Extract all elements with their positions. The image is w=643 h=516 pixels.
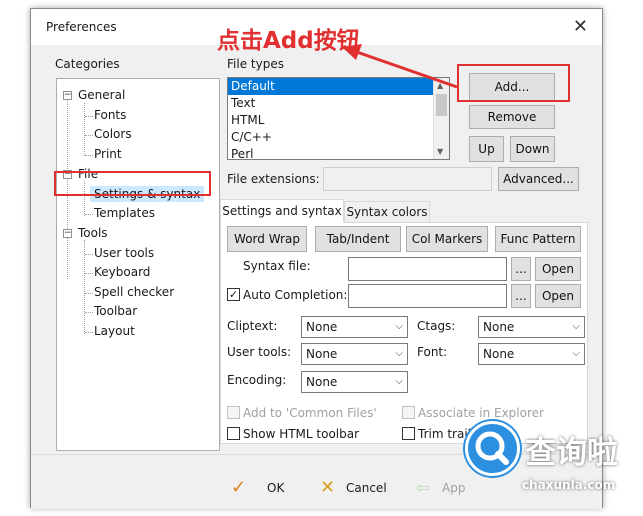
apply-arrow-icon: ⇦ xyxy=(416,478,430,497)
cancel-x-icon: ✕ xyxy=(320,477,336,498)
tree-item-fonts[interactable]: Fonts xyxy=(94,108,126,122)
user-tools-value: None xyxy=(306,347,338,361)
list-item-perl[interactable]: Perl xyxy=(228,146,449,159)
font-value: None xyxy=(483,347,515,361)
ok-label: OK xyxy=(267,481,285,495)
list-item-cpp[interactable]: C/C++ xyxy=(228,129,449,146)
syntax-file-field[interactable] xyxy=(348,257,507,281)
ctags-select[interactable]: None ⌵ xyxy=(478,316,585,338)
watermark-logo xyxy=(465,421,520,476)
watermark-site: chaxunla.com xyxy=(522,478,616,492)
show-html-toolbar-label: Show HTML toolbar xyxy=(243,427,360,441)
list-item-html[interactable]: HTML xyxy=(228,112,449,129)
col-markers-button[interactable]: Col Markers xyxy=(406,226,488,252)
show-html-toolbar-checkbox[interactable] xyxy=(227,427,240,440)
syntax-file-browse-button[interactable]: ... xyxy=(511,257,531,281)
syntax-file-label: Syntax file: xyxy=(243,259,311,273)
file-extensions-field[interactable] xyxy=(323,167,492,191)
categories-tree: − General Fonts Colors Print − File Sett… xyxy=(56,78,220,451)
add-highlight-box xyxy=(457,64,570,102)
auto-completion-open-button[interactable]: Open xyxy=(535,284,581,308)
word-wrap-button[interactable]: Word Wrap xyxy=(227,226,307,252)
watermark-brand: 查询啦 xyxy=(525,435,618,471)
trim-trailing-checkbox[interactable] xyxy=(402,427,415,440)
encoding-label: Encoding: xyxy=(227,373,287,387)
cancel-label: Cancel xyxy=(346,481,387,495)
tab-indent-button[interactable]: Tab/Indent xyxy=(315,226,401,252)
tab-settings-syntax[interactable]: Settings and syntax xyxy=(220,199,344,223)
cliptext-value: None xyxy=(306,320,338,334)
settings-syntax-highlight-box xyxy=(54,171,211,196)
advanced-button[interactable]: Advanced... xyxy=(498,167,579,191)
chevron-down-icon: ⌵ xyxy=(395,348,403,359)
remove-button[interactable]: Remove xyxy=(469,105,555,129)
encoding-value: None xyxy=(306,375,338,389)
user-tools-select[interactable]: None ⌵ xyxy=(301,343,408,365)
tools-collapse-icon[interactable]: − xyxy=(63,229,72,238)
scroll-down-icon[interactable]: ▼ xyxy=(437,147,443,156)
scroll-thumb[interactable] xyxy=(436,94,447,116)
window-title: Preferences xyxy=(46,20,117,34)
ctags-label: Ctags: xyxy=(417,319,456,333)
general-collapse-icon[interactable]: − xyxy=(63,91,72,100)
syntax-file-open-button[interactable]: Open xyxy=(535,257,581,281)
tree-item-print[interactable]: Print xyxy=(94,147,122,161)
auto-completion-browse-button[interactable]: ... xyxy=(511,284,531,308)
tree-item-tools[interactable]: Tools xyxy=(78,226,108,240)
tree-item-general[interactable]: General xyxy=(78,88,125,102)
categories-label: Categories xyxy=(55,57,120,71)
chevron-down-icon: ⌵ xyxy=(572,348,580,359)
tree-item-user-tools[interactable]: User tools xyxy=(94,246,154,260)
add-common-files-label: Add to 'Common Files' xyxy=(243,406,377,420)
tree-item-layout[interactable]: Layout xyxy=(94,324,135,338)
tree-item-templates[interactable]: Templates xyxy=(94,206,155,220)
cliptext-select[interactable]: None ⌵ xyxy=(301,316,408,338)
checkmark-icon: ✓ xyxy=(231,477,247,498)
up-button[interactable]: Up xyxy=(469,136,504,162)
annotation-arrow-icon xyxy=(342,44,458,89)
tab-syntax-colors[interactable]: Syntax colors xyxy=(344,201,430,223)
annotation-text: 点击Add按钮 xyxy=(217,28,360,54)
font-label: Font: xyxy=(417,345,448,359)
list-item-text[interactable]: Text xyxy=(228,95,449,112)
chevron-down-icon: ⌵ xyxy=(395,321,403,332)
chevron-down-icon: ⌵ xyxy=(572,321,580,332)
auto-completion-checkbox[interactable]: ✓ xyxy=(227,288,240,301)
auto-completion-label: Auto Completion: xyxy=(243,288,348,302)
associate-explorer-label: Associate in Explorer xyxy=(418,406,544,420)
file-extensions-label: File extensions: xyxy=(227,172,320,186)
apply-label: App xyxy=(442,481,466,495)
user-tools-label: User tools: xyxy=(227,345,292,359)
tree-item-spell-checker[interactable]: Spell checker xyxy=(94,285,174,299)
chevron-down-icon: ⌵ xyxy=(395,376,403,387)
cliptext-label: Cliptext: xyxy=(227,319,278,333)
down-button[interactable]: Down xyxy=(510,136,555,162)
add-common-files-checkbox[interactable] xyxy=(227,406,240,419)
close-icon[interactable]: ✕ xyxy=(573,16,588,37)
ctags-value: None xyxy=(483,320,515,334)
func-pattern-button[interactable]: Func Pattern xyxy=(495,226,581,252)
tree-item-colors[interactable]: Colors xyxy=(94,127,132,141)
associate-explorer-checkbox[interactable] xyxy=(402,406,415,419)
auto-completion-field[interactable] xyxy=(348,284,507,308)
encoding-select[interactable]: None ⌵ xyxy=(301,371,408,393)
tree-item-toolbar[interactable]: Toolbar xyxy=(94,304,137,318)
tree-item-keyboard[interactable]: Keyboard xyxy=(94,265,150,279)
font-select[interactable]: None ⌵ xyxy=(478,343,585,365)
file-types-label: File types xyxy=(227,57,284,71)
